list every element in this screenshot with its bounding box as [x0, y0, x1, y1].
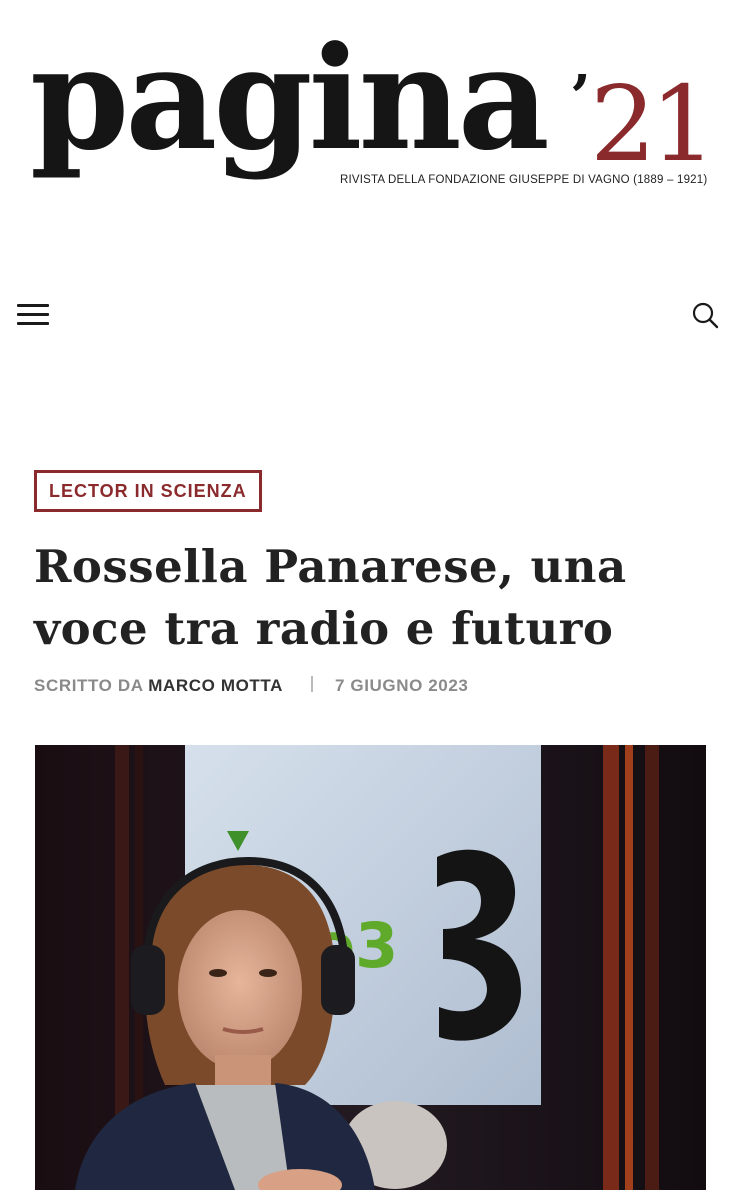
search-button[interactable] [688, 298, 722, 332]
category-badge[interactable]: LECTOR IN SCIENZA [34, 470, 262, 512]
radio-studio-photo: adio3 [35, 745, 706, 1190]
menu-button[interactable] [15, 300, 51, 330]
author-link[interactable]: MARCO MOTTA [148, 676, 283, 695]
logo-tagline: RIVISTA DELLA FONDAZIONE GIUSEPPE DI VAG… [340, 174, 708, 186]
publish-date: 7 GIUGNO 2023 [335, 676, 469, 695]
logo-wordmark: pagina [30, 16, 550, 182]
article-title: Rossella Panarese, una voce tra radio e … [34, 540, 627, 655]
article-meta: SCRITTO DA MARCO MOTTA 7 GIUGNO 2023 [34, 676, 468, 696]
nav-bar [0, 290, 741, 340]
search-icon [692, 302, 719, 329]
meta-divider [311, 676, 313, 692]
logo-apostrophe: ’ [570, 63, 591, 133]
logo-number: 21 [590, 63, 716, 185]
byline-prefix: SCRITTO DA [34, 676, 143, 695]
hero-image: adio3 [35, 745, 706, 1190]
site-logo[interactable]: pagina ’ 21 RIVISTA DELLA FONDAZIONE GIU… [30, 28, 720, 218]
